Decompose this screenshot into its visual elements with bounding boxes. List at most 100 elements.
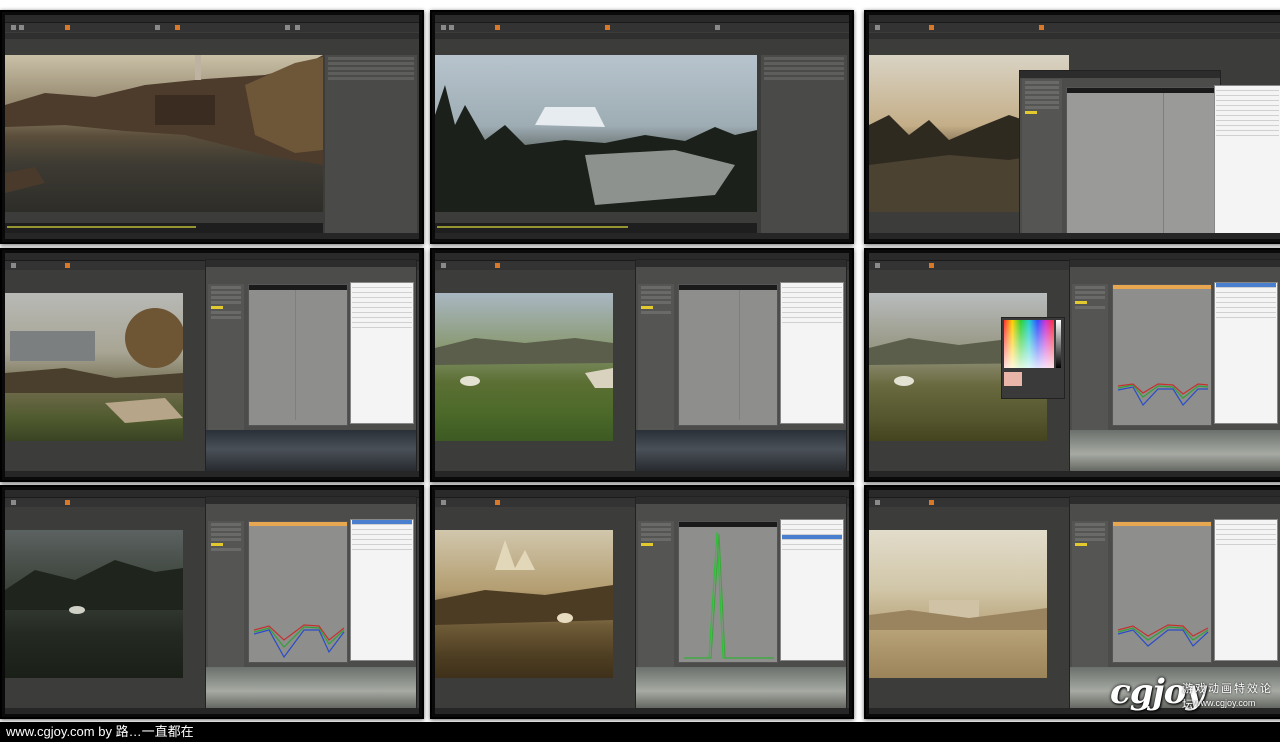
color-swatch[interactable]: [1004, 372, 1022, 386]
status-bar: [869, 471, 1280, 477]
thumbnail-grid: [0, 0, 1280, 722]
dialog-title: [1070, 260, 1280, 267]
forest-scene: [435, 85, 757, 212]
viewport-sepia[interactable]: [435, 530, 613, 678]
curve-editor[interactable]: [678, 521, 778, 663]
footer-bar: www.cgjoy.com by 路…一直都在: [0, 722, 1280, 742]
dialog-title: [1020, 71, 1220, 78]
properties-list[interactable]: [780, 282, 844, 424]
status-bar: [435, 708, 849, 714]
dialog-title: [206, 260, 416, 267]
thumbnail-castle-courtyard: [0, 10, 424, 244]
thumbnail-dark-night: [0, 485, 424, 719]
status-bar: [5, 708, 419, 714]
viewport-forest[interactable]: [435, 55, 757, 212]
viewport-night[interactable]: [5, 530, 183, 678]
secondary-toolbar: [435, 33, 849, 39]
curve-editor[interactable]: [248, 521, 348, 663]
swamp-scene: [435, 338, 613, 388]
secondary-toolbar: [5, 33, 419, 39]
status-bar: [5, 471, 419, 477]
editor-window: [869, 15, 1280, 239]
editor-window: [5, 15, 419, 239]
status-bar: [435, 233, 849, 239]
status-bar: [435, 471, 849, 477]
parameter-list[interactable]: [1072, 284, 1108, 454]
console: [5, 223, 323, 233]
dialog-title: [206, 497, 416, 504]
footer-text: www.cgjoy.com by 路…一直都在: [6, 724, 194, 739]
properties-list[interactable]: [350, 282, 414, 424]
editor-window: [435, 15, 849, 239]
parameter-list[interactable]: [208, 521, 244, 691]
preview-image: [636, 430, 846, 477]
curve-editor[interactable]: [1112, 521, 1212, 663]
fog-scene: [869, 600, 1047, 630]
time-of-day-dialog[interactable]: [635, 259, 847, 477]
watermark-url: www.cgjoy.com: [1194, 698, 1256, 708]
curve-editor[interactable]: [248, 284, 348, 426]
status-bar: [869, 233, 1280, 239]
properties-list[interactable]: [1214, 85, 1280, 239]
preview-image: [206, 430, 416, 477]
parameter-list[interactable]: [1022, 79, 1062, 237]
castle-scene: [5, 55, 323, 193]
preview-image: [636, 667, 846, 714]
toolbar: [5, 23, 419, 32]
curve-editor[interactable]: [678, 284, 778, 426]
color-spectrum[interactable]: [1004, 320, 1054, 368]
sepia-scene: [435, 540, 613, 625]
time-of-day-dialog[interactable]: [1019, 70, 1221, 239]
editor-window: [5, 490, 419, 714]
parameter-list[interactable]: [638, 521, 674, 691]
brightness-slider[interactable]: [1056, 320, 1061, 368]
menu-bar: [435, 15, 849, 28]
parameter-list[interactable]: [638, 284, 674, 454]
thumbnail-color-picker: [864, 248, 1280, 482]
menu-bar: [869, 15, 1280, 28]
curve-editor[interactable]: [1112, 284, 1212, 426]
night-scene: [5, 560, 183, 614]
preview-image: [1070, 430, 1280, 477]
cgjoy-watermark: cgjoy 游戏动画特效论坛 www.cgjoy.com: [1108, 670, 1280, 716]
viewport-ruins[interactable]: [5, 293, 183, 441]
spike-curves: [684, 531, 774, 659]
editor-window: [435, 253, 849, 477]
properties-list[interactable]: [350, 519, 414, 661]
dialog-title: [636, 260, 846, 267]
properties-list[interactable]: [1214, 282, 1278, 424]
color-picker-dialog[interactable]: [1001, 317, 1065, 399]
dialog-title: [1070, 497, 1280, 504]
thumbnail-sunset-forest: [864, 10, 1280, 244]
thumbnail-sepia-spikes: [430, 485, 854, 719]
properties-list[interactable]: [1214, 519, 1278, 661]
toolbar: [435, 23, 849, 32]
properties-list[interactable]: [780, 519, 844, 661]
ruins-scene: [5, 308, 183, 423]
rgb-curves: [253, 624, 345, 659]
viewport-castle[interactable]: [5, 55, 323, 212]
viewport-swamp[interactable]: [435, 293, 613, 441]
dialog-title: [636, 497, 846, 504]
parameter-list[interactable]: [1072, 521, 1108, 691]
editor-window: [435, 490, 849, 714]
parameter-list[interactable]: [208, 284, 244, 454]
thumbnail-ruins-tree: [0, 248, 424, 482]
properties-panel: [325, 55, 417, 235]
secondary-toolbar: [869, 33, 1280, 39]
status-bar: [5, 233, 419, 239]
time-of-day-dialog[interactable]: [205, 496, 417, 714]
time-of-day-dialog[interactable]: [1069, 259, 1280, 477]
thumbnail-forest-sky: [430, 10, 854, 244]
menu-bar: [5, 15, 419, 28]
editor-window: [869, 253, 1280, 477]
curve-editor[interactable]: [1066, 87, 1218, 239]
preview-image: [206, 667, 416, 714]
viewport-fog[interactable]: [869, 530, 1047, 678]
rgb-curves: [1117, 624, 1209, 647]
thumbnail-green-swamp: [430, 248, 854, 482]
time-of-day-dialog[interactable]: [635, 496, 847, 714]
editor-window: [5, 253, 419, 477]
time-of-day-dialog[interactable]: [205, 259, 417, 477]
properties-panel: [761, 55, 847, 235]
